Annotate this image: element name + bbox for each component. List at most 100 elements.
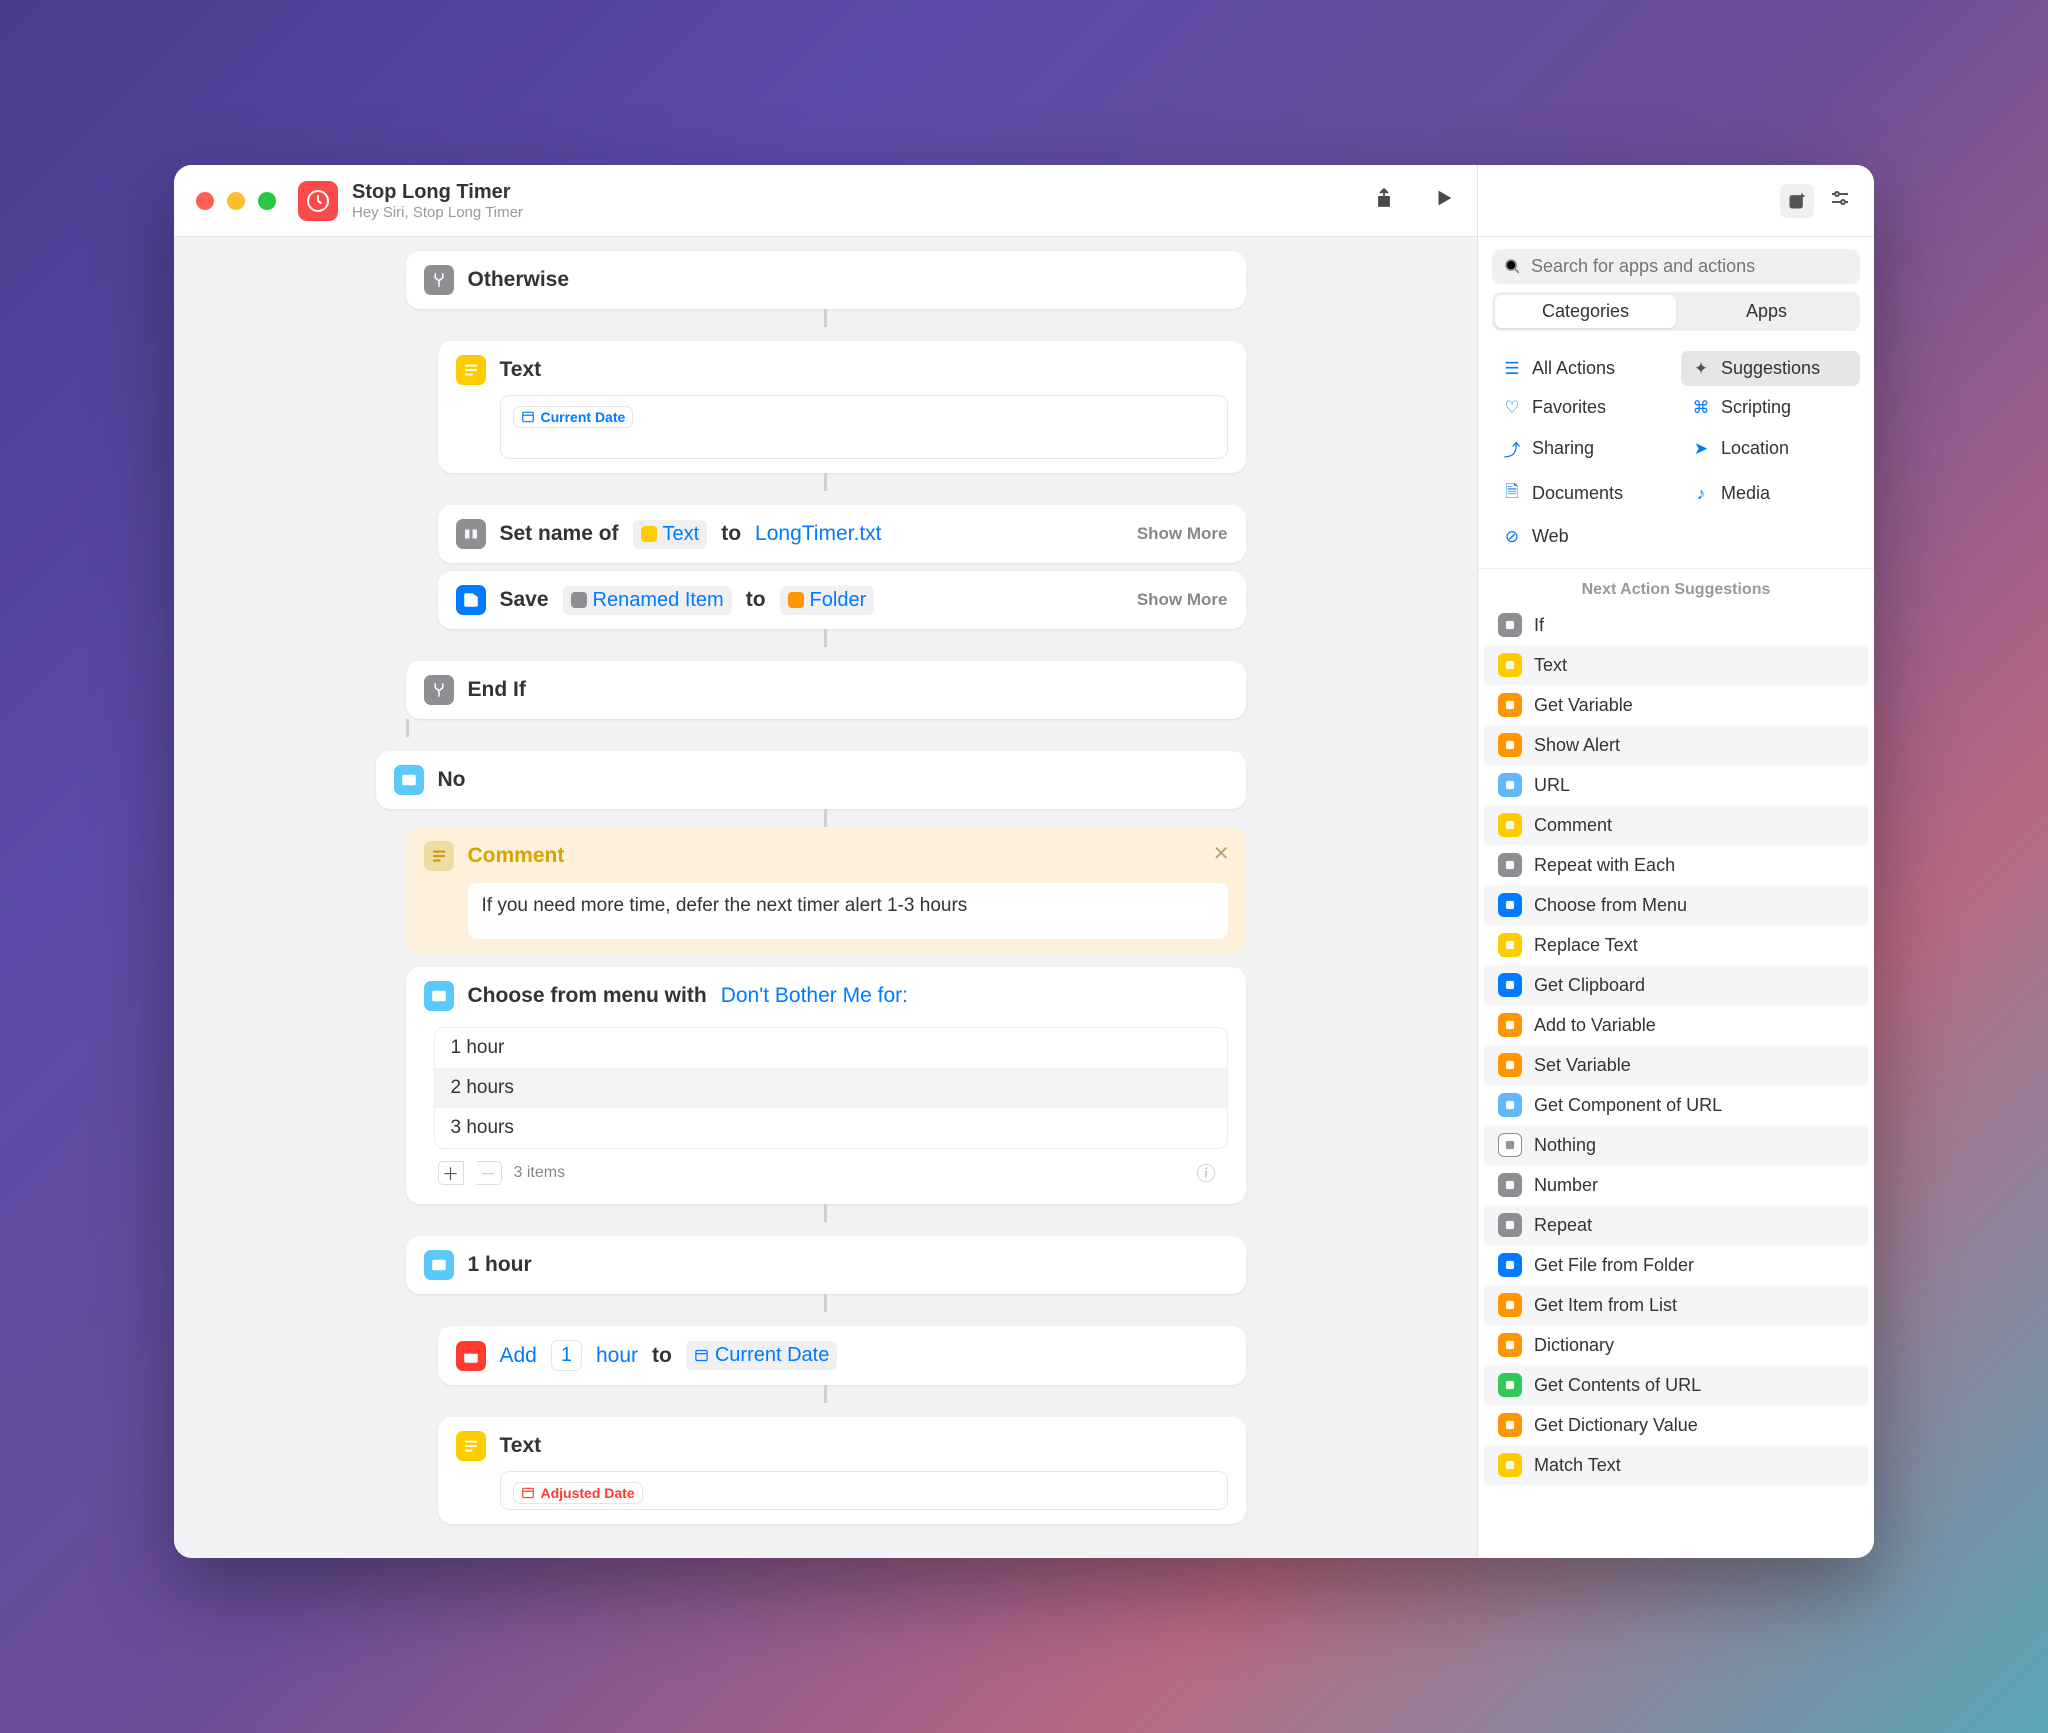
- suggestion-row[interactable]: Add to Variable: [1484, 1005, 1868, 1045]
- rename-icon: [456, 519, 486, 549]
- variable-folder[interactable]: Folder: [780, 586, 875, 615]
- branch-icon: [424, 265, 454, 295]
- action-set-name[interactable]: Set name of Text to LongTimer.txt Show M…: [438, 505, 1246, 563]
- cat-sharing[interactable]: ⤴Sharing: [1492, 429, 1671, 468]
- menu-option[interactable]: 1 hour: [435, 1028, 1227, 1068]
- menu-icon: [424, 1250, 454, 1280]
- variable-renamed[interactable]: Renamed Item: [563, 586, 732, 615]
- variable-text[interactable]: Text: [633, 520, 708, 549]
- suggestion-row[interactable]: Replace Text: [1484, 925, 1868, 965]
- suggestion-icon: [1498, 733, 1522, 757]
- suggestion-row[interactable]: Get Item from List: [1484, 1285, 1868, 1325]
- suggestion-row[interactable]: Get File from Folder: [1484, 1245, 1868, 1285]
- close-icon[interactable]: ✕: [1213, 841, 1230, 866]
- tab-apps[interactable]: Apps: [1676, 295, 1857, 328]
- variable-token[interactable]: Current Date: [513, 406, 634, 428]
- library-button[interactable]: [1780, 184, 1814, 218]
- suggestion-icon: [1498, 973, 1522, 997]
- action-label: Otherwise: [468, 268, 570, 292]
- action-otherwise[interactable]: Otherwise: [406, 251, 1246, 309]
- text-input[interactable]: Current Date: [500, 395, 1228, 459]
- action-text-2[interactable]: Text Adjusted Date: [438, 1417, 1246, 1524]
- amount-field[interactable]: 1: [551, 1340, 582, 1371]
- action-endif[interactable]: End If: [406, 661, 1246, 719]
- suggestion-row[interactable]: Repeat: [1484, 1205, 1868, 1245]
- suggestion-label: URL: [1534, 775, 1570, 796]
- text-icon: [456, 355, 486, 385]
- cat-scripting[interactable]: ⌘Scripting: [1681, 390, 1860, 425]
- cat-location[interactable]: ➤Location: [1681, 429, 1860, 468]
- suggestion-icon: [1498, 1213, 1522, 1237]
- suggestion-row[interactable]: Dictionary: [1484, 1325, 1868, 1365]
- suggestion-row[interactable]: Choose from Menu: [1484, 885, 1868, 925]
- suggestion-label: Comment: [1534, 815, 1612, 836]
- suggestion-row[interactable]: Text: [1484, 645, 1868, 685]
- suggestion-label: Get File from Folder: [1534, 1255, 1694, 1276]
- main-pane: Stop Long Timer Hey Siri, Stop Long Time…: [174, 165, 1477, 1558]
- suggestion-row[interactable]: Get Clipboard: [1484, 965, 1868, 1005]
- suggestion-row[interactable]: Comment: [1484, 805, 1868, 845]
- remove-option-button[interactable]: －: [476, 1161, 502, 1185]
- suggestion-list[interactable]: If Text Get VariableShow Alert URL Comment Re…: [1478, 605, 1874, 1558]
- suggestion-row[interactable]: Get Variable: [1484, 685, 1868, 725]
- menu-option[interactable]: 3 hours: [435, 1108, 1227, 1148]
- suggestion-label: Get Contents of URL: [1534, 1375, 1701, 1396]
- suggestion-row[interactable]: Set Variable: [1484, 1045, 1868, 1085]
- suggestion-row[interactable]: Show Alert: [1484, 725, 1868, 765]
- suggestion-row[interactable]: URL: [1484, 765, 1868, 805]
- action-label: End If: [468, 678, 526, 702]
- add-option-button[interactable]: ＋: [438, 1161, 464, 1185]
- minimize-window-button[interactable]: [227, 192, 245, 210]
- action-comment[interactable]: Comment ✕ If you need more time, defer t…: [406, 827, 1246, 953]
- comment-body[interactable]: If you need more time, defer the next ti…: [468, 883, 1228, 939]
- cat-documents[interactable]: 🗎Documents: [1492, 472, 1671, 515]
- suggestion-row[interactable]: Match Text: [1484, 1445, 1868, 1485]
- action-label: Text: [500, 358, 542, 382]
- variable-current-date[interactable]: Current Date: [686, 1341, 838, 1370]
- settings-button[interactable]: [1828, 186, 1852, 215]
- suggestion-row[interactable]: Repeat with Each: [1484, 845, 1868, 885]
- action-save[interactable]: Save Renamed Item to Folder Show More: [438, 571, 1246, 629]
- share-button[interactable]: [1371, 186, 1395, 215]
- suggestion-row[interactable]: Get Dictionary Value: [1484, 1405, 1868, 1445]
- cat-web[interactable]: ⊘Web: [1492, 519, 1671, 554]
- cat-suggestions[interactable]: ✦Suggestions: [1681, 351, 1860, 386]
- cat-media[interactable]: ♪Media: [1681, 472, 1860, 515]
- suggestion-row[interactable]: Get Contents of URL: [1484, 1365, 1868, 1405]
- suggestion-row[interactable]: Get Component of URL: [1484, 1085, 1868, 1125]
- action-1-hour[interactable]: 1 hour: [406, 1236, 1246, 1294]
- suggestion-icon: [1498, 1093, 1522, 1117]
- cat-favorites[interactable]: ♡Favorites: [1492, 390, 1671, 425]
- tab-categories[interactable]: Categories: [1495, 295, 1676, 328]
- search-icon: [1504, 258, 1521, 275]
- filename-field[interactable]: LongTimer.txt: [755, 522, 881, 546]
- info-icon[interactable]: ⓘ: [1196, 1159, 1215, 1186]
- run-button[interactable]: [1433, 187, 1455, 214]
- text-input[interactable]: Adjusted Date: [500, 1471, 1228, 1510]
- search-input[interactable]: [1531, 256, 1848, 277]
- menu-option[interactable]: 2 hours: [435, 1068, 1227, 1108]
- text-icon: [456, 1431, 486, 1461]
- action-add-date[interactable]: Add 1 hour to Current Date: [438, 1326, 1246, 1385]
- variable-token[interactable]: Adjusted Date: [513, 1482, 643, 1504]
- suggestion-icon: [1498, 613, 1522, 637]
- close-window-button[interactable]: [196, 192, 214, 210]
- zoom-window-button[interactable]: [258, 192, 276, 210]
- show-more-button[interactable]: Show More: [1137, 524, 1228, 544]
- menu-prompt-field[interactable]: Don't Bother Me for:: [721, 984, 908, 1008]
- shortcut-title[interactable]: Stop Long Timer: [352, 181, 523, 204]
- editor-canvas[interactable]: Otherwise Text Current Date: [174, 237, 1477, 1558]
- action-choose-menu[interactable]: Choose from menu with Don't Bother Me fo…: [406, 967, 1246, 1204]
- suggestion-row[interactable]: Nothing: [1484, 1125, 1868, 1165]
- suggestion-label: Get Component of URL: [1534, 1095, 1722, 1116]
- action-label: Text: [500, 1434, 542, 1458]
- action-no[interactable]: No: [376, 751, 1246, 809]
- search-field[interactable]: [1492, 249, 1860, 284]
- suggestion-row[interactable]: Number: [1484, 1165, 1868, 1205]
- suggestion-row[interactable]: If: [1484, 605, 1868, 645]
- suggestion-icon: [1498, 1133, 1522, 1157]
- action-text[interactable]: Text Current Date: [438, 341, 1246, 473]
- cat-all-actions[interactable]: ☰All Actions: [1492, 351, 1671, 386]
- suggestion-label: Text: [1534, 655, 1567, 676]
- show-more-button[interactable]: Show More: [1137, 590, 1228, 610]
